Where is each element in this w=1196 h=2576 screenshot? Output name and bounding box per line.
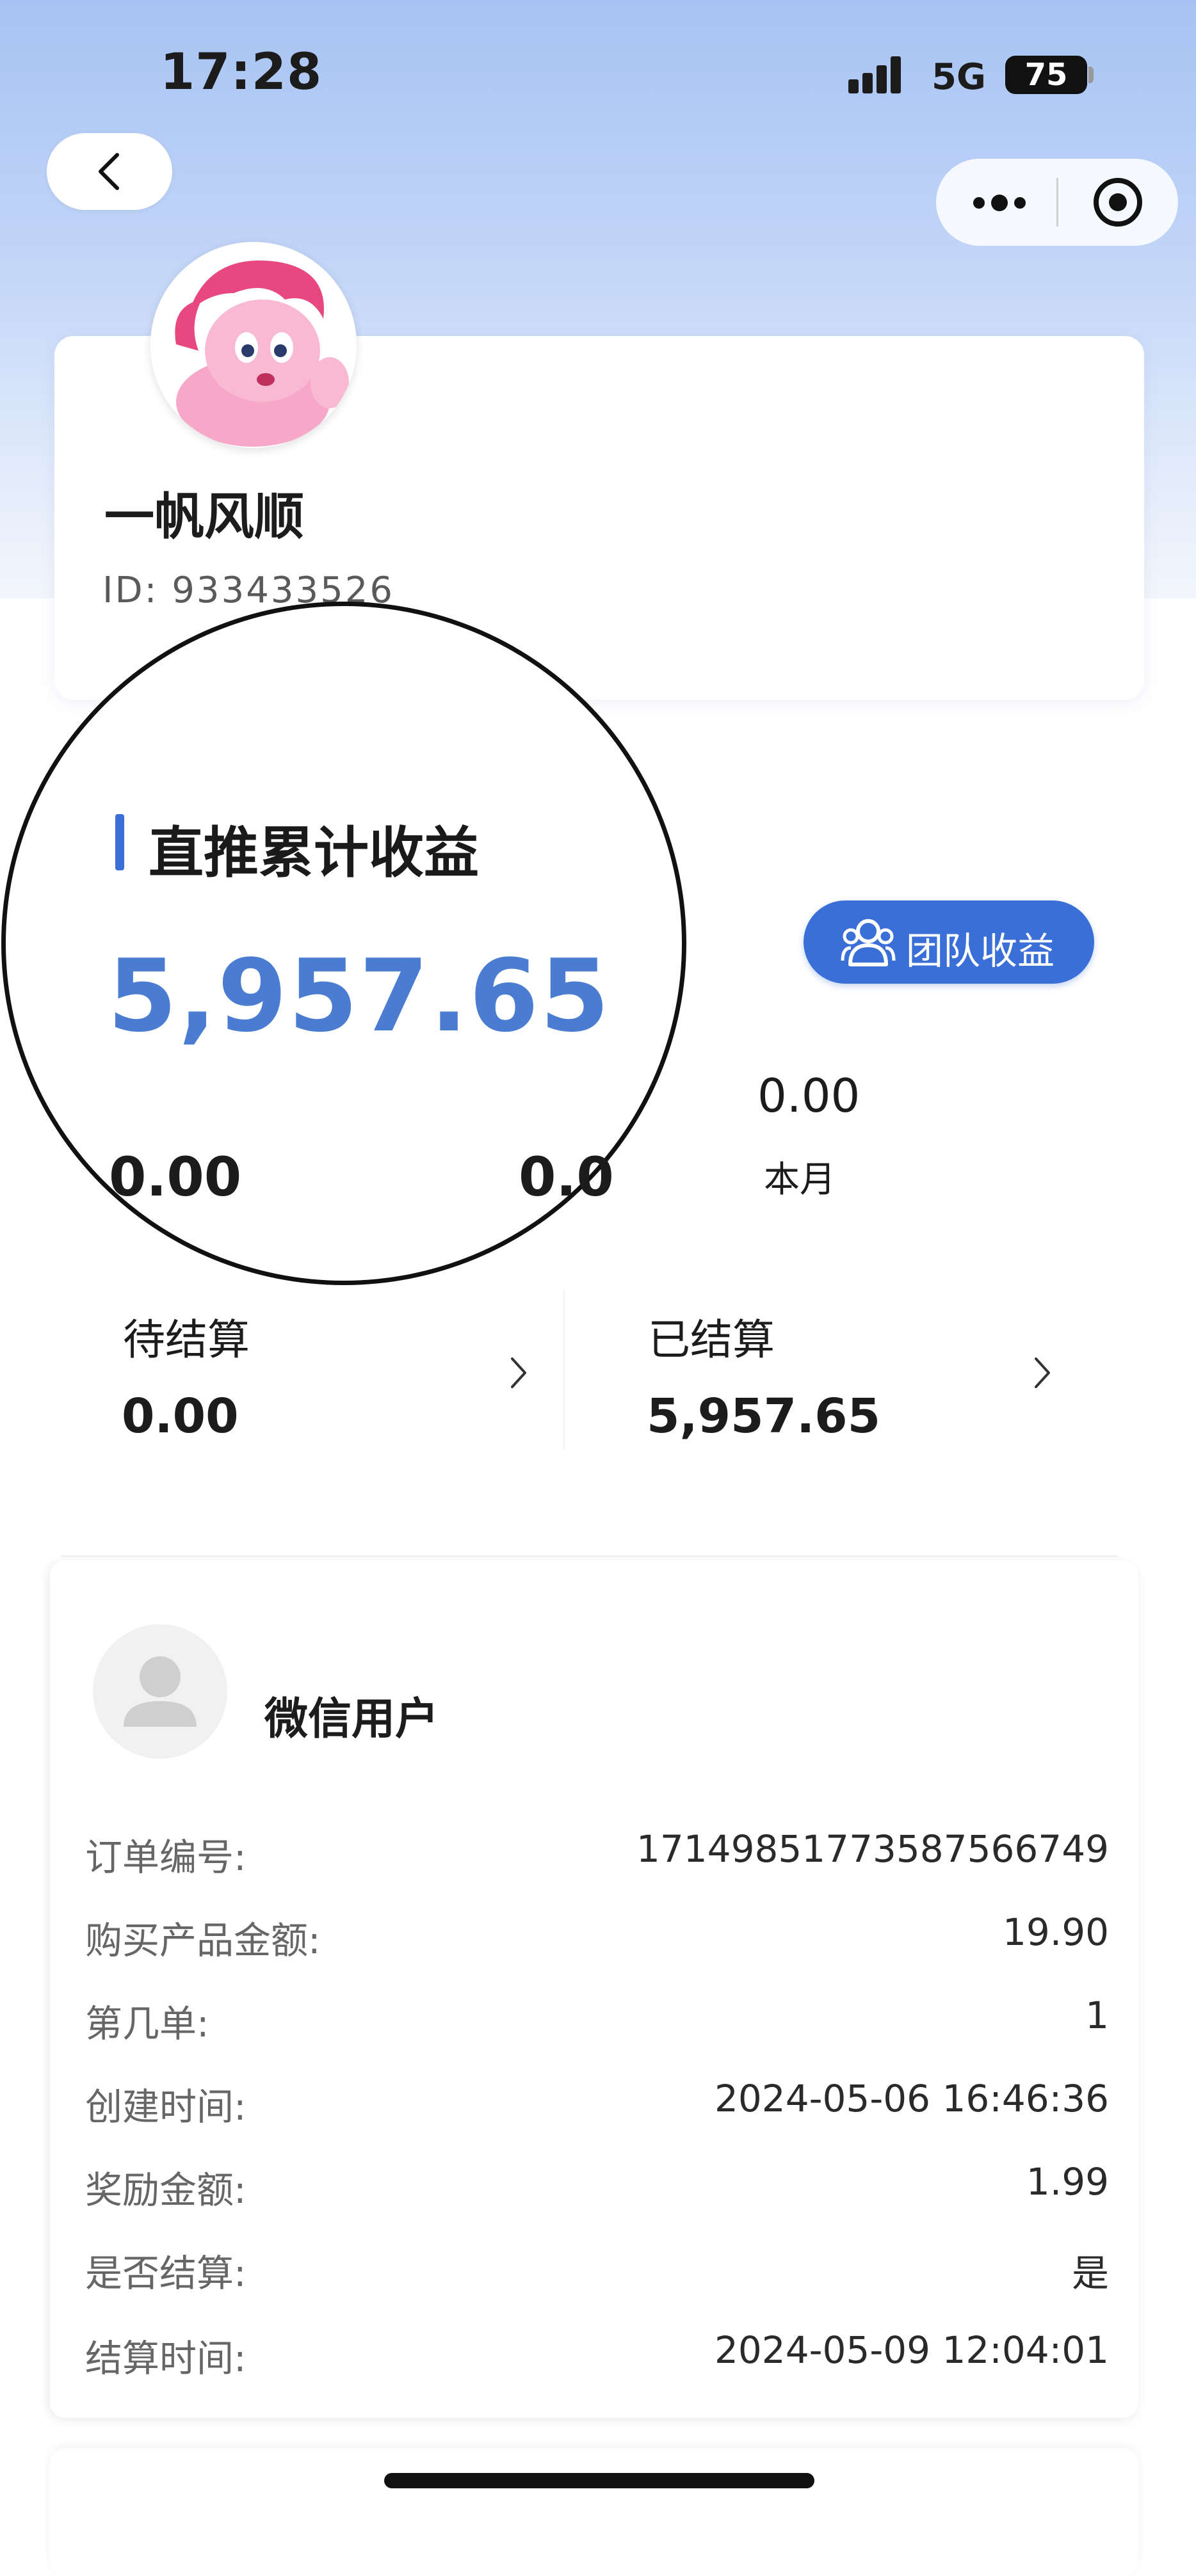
product-amount-value: 19.90: [1002, 1910, 1109, 1954]
next-order-card: [50, 2448, 1138, 2576]
order-sequence-label: 第几单:: [85, 2002, 209, 2045]
wechat-user-name: 微信用户: [264, 1694, 439, 1745]
created-time-value: 2024-05-06 16:46:36: [715, 2077, 1109, 2120]
order-number-value: 1714985177358756674​9: [636, 1827, 1109, 1871]
record-target-icon: [1094, 178, 1142, 227]
section-divider: [61, 1555, 1117, 1557]
settled-time-value: 2024-05-09 12:04:01: [715, 2328, 1109, 2372]
chevron-right-icon: [511, 1357, 526, 1388]
home-indicator[interactable]: [384, 2473, 814, 2488]
product-amount-label: 购买产品金额:: [85, 1919, 321, 1962]
battery-icon: 75: [1005, 56, 1087, 94]
section-title: 直推累计收益: [149, 821, 479, 885]
battery-tip: [1088, 67, 1094, 83]
reward-amount-label: 奖励金额:: [85, 2168, 246, 2212]
order-sequence-value: 1: [1085, 1994, 1109, 2037]
team-earnings-button[interactable]: 团队收益: [804, 900, 1094, 984]
close-mini-program-button[interactable]: [1088, 173, 1147, 232]
settled-flag-value: 是: [1071, 2252, 1109, 2295]
month-value: 0.00: [757, 1069, 861, 1123]
user-placeholder-icon: [124, 1656, 197, 1727]
signal-icon: [848, 56, 912, 93]
network-type: 5G: [932, 56, 986, 98]
settled-time-label: 结算时间:: [85, 2337, 246, 2380]
back-button[interactable]: [47, 133, 172, 210]
settled-item[interactable]: 已结算 5,957.65: [621, 1293, 1069, 1446]
user-nickname: 一帆风顺: [104, 488, 305, 546]
status-time: 17:28: [160, 44, 323, 101]
total-earnings-amount: 5,957.65: [108, 938, 611, 1054]
more-button[interactable]: [960, 173, 1044, 232]
stat-value-today: 0.00: [109, 1146, 242, 1208]
team-earnings-label: 团队收益: [906, 929, 1055, 973]
settled-flag-label: 是否结算:: [85, 2252, 246, 2295]
chevron-right-icon: [1035, 1357, 1050, 1388]
wechat-user-avatar: [93, 1624, 227, 1759]
capsule-divider: [1056, 178, 1058, 227]
back-arrow-icon: [99, 153, 119, 190]
month-label: 本月: [764, 1159, 836, 1201]
stat-value-yesterday: 0.0: [519, 1146, 614, 1208]
reward-amount-value: 1.99: [1026, 2160, 1109, 2204]
pending-value: 0.00: [122, 1389, 239, 1444]
team-people-icon: [841, 919, 896, 966]
avatar[interactable]: [150, 242, 357, 448]
settlement-divider: [563, 1290, 565, 1450]
settled-value: 5,957.65: [647, 1389, 881, 1444]
settled-label: 已结算: [648, 1315, 775, 1364]
pending-label: 待结算: [123, 1315, 250, 1364]
section-accent-bar: [115, 814, 124, 870]
created-time-label: 创建时间:: [85, 2085, 246, 2129]
pending-settlement-item[interactable]: 待结算 0.00: [96, 1293, 544, 1446]
pony-avatar-image: [150, 242, 357, 448]
order-number-label: 订单编号:: [85, 1836, 246, 1879]
